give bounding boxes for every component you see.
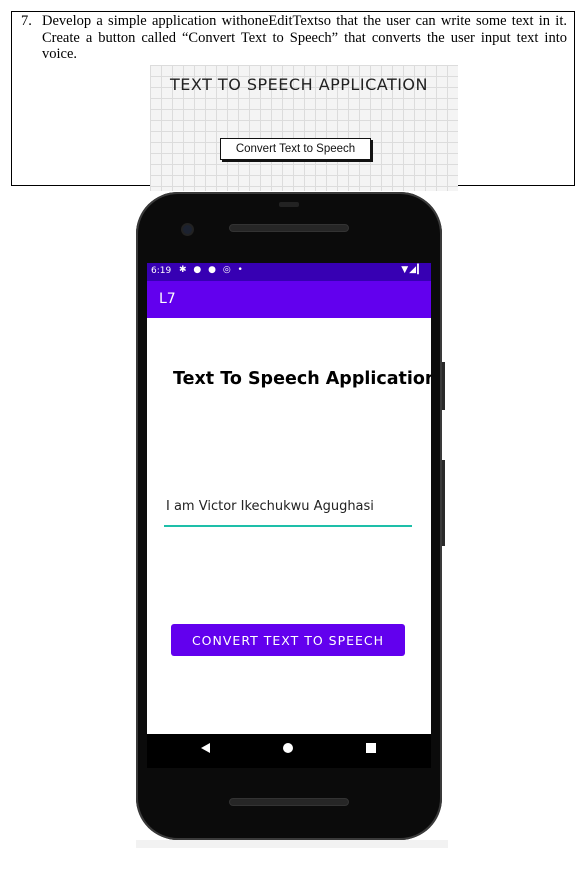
wireframe-mockup: TEXT TO SPEECH APPLICATION Convert Text … <box>150 65 458 191</box>
signal-battery-icons: ▼◢▎ <box>401 265 425 275</box>
screen-heading: Text To Speech Application <box>173 369 431 389</box>
mockup-convert-button: Convert Text to Speech <box>220 138 371 160</box>
top-notch <box>279 202 299 207</box>
home-icon[interactable] <box>283 743 293 753</box>
camera-icon <box>183 225 192 234</box>
back-icon[interactable] <box>201 743 210 753</box>
status-time: 6:19 <box>151 266 172 276</box>
page-strip <box>136 840 448 848</box>
mockup-title: TEXT TO SPEECH APPLICATION <box>170 75 428 94</box>
bottom-speaker <box>229 798 349 806</box>
status-bar: 6:19 ✱ ● ● ◎ • ▼◢▎ <box>147 263 431 281</box>
convert-to-speech-button[interactable]: CONVERT TEXT TO SPEECH <box>171 624 405 656</box>
volume-button <box>442 460 445 546</box>
navigation-bar <box>147 734 431 768</box>
question-number: 7. <box>21 13 32 29</box>
question-text: Develop a simple application withoneEdit… <box>42 13 567 62</box>
recent-apps-icon[interactable] <box>366 743 376 753</box>
app-title: L7 <box>159 291 176 307</box>
earpiece-speaker <box>229 224 349 232</box>
app-bar: L7 <box>147 281 431 318</box>
text-input[interactable]: I am Victor Ikechukwu Agughasi <box>164 497 412 527</box>
notification-icons: ✱ ● ● ◎ • <box>179 265 245 275</box>
power-button <box>442 362 445 410</box>
phone-screen: 6:19 ✱ ● ● ◎ • ▼◢▎ L7 Text To Speech App… <box>147 263 431 734</box>
